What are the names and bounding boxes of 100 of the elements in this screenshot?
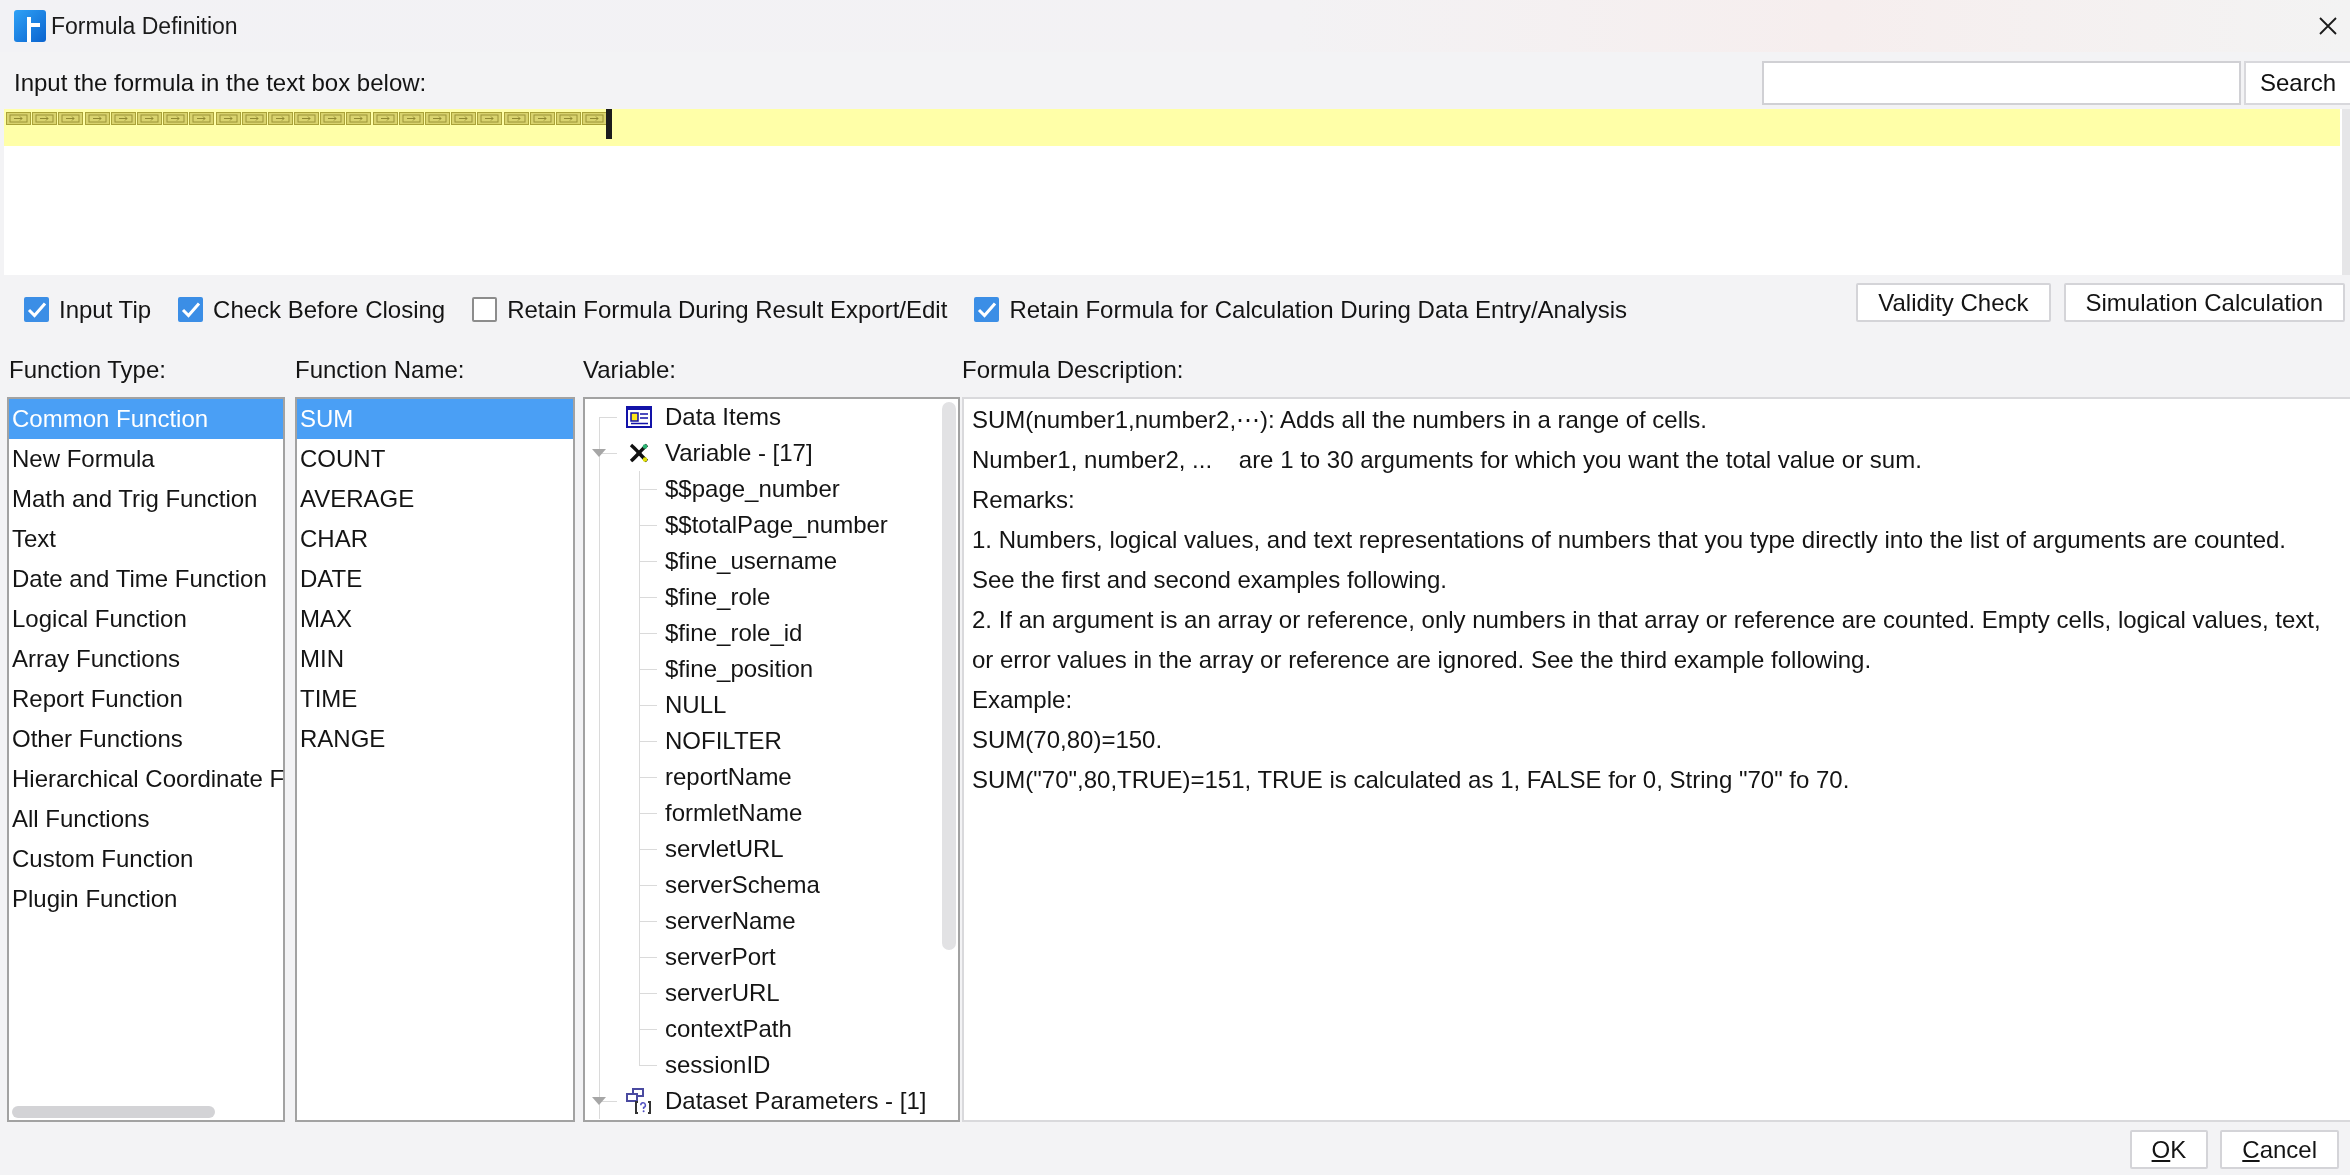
tree-item[interactable]: serverPort: [665, 943, 776, 971]
missing-glyph-icon: [346, 112, 372, 125]
missing-glyph-icon: [189, 112, 215, 125]
description-line: Remarks:: [972, 485, 1076, 515]
missing-glyph-icon: [320, 112, 346, 125]
action-button[interactable]: Simulation Calculation: [2063, 283, 2345, 322]
missing-glyph-icon: [267, 112, 293, 125]
close-icon: [2318, 16, 2338, 36]
checkbox-label[interactable]: Check Before Closing: [213, 295, 446, 324]
disclosure-triangle-icon[interactable]: [592, 449, 606, 457]
missing-glyph-icon: [58, 112, 84, 125]
stacked-windows-icon: [626, 1088, 652, 1114]
checkbox[interactable]: [24, 297, 49, 322]
tree-item[interactable]: contextPath: [665, 1015, 792, 1043]
panel-label: Function Type:: [9, 356, 166, 384]
tree-item[interactable]: serverSchema: [665, 871, 820, 899]
checkbox-label[interactable]: Input Tip: [59, 295, 152, 324]
panel-label: Formula Description:: [962, 356, 1184, 384]
checkbox[interactable]: [178, 297, 204, 322]
list-item[interactable]: Custom Function: [9, 839, 283, 879]
list-item[interactable]: Logical Function: [9, 599, 283, 639]
missing-glyph-icon: [425, 112, 450, 125]
missing-glyph-icon: [503, 112, 529, 125]
checkbox-label[interactable]: Retain Formula During Result Export/Edit: [507, 295, 948, 324]
tree-item[interactable]: Dataset Parameters - [1]: [665, 1087, 927, 1115]
checkmark-icon: [976, 301, 997, 318]
tree-item[interactable]: $$page_number: [665, 475, 840, 503]
tree-item[interactable]: formletName: [665, 799, 803, 827]
tree-item[interactable]: servletURL: [665, 835, 784, 863]
scrollbar-track[interactable]: [2340, 109, 2350, 275]
missing-glyph-icon: [110, 112, 136, 125]
missing-glyph-icon: [477, 112, 503, 125]
cross-icon: [628, 442, 650, 464]
list-item[interactable]: DATE: [297, 559, 573, 599]
list-item[interactable]: New Formula: [9, 439, 283, 479]
missing-glyph-icon: [32, 112, 58, 125]
app-logo-icon: [14, 10, 46, 42]
list-item[interactable]: Hierarchical Coordinate F: [9, 759, 283, 799]
dialog-button[interactable]: Cancel: [2220, 1130, 2339, 1169]
description-line: or error values in the array or reference are ignored. See the third example following.: [972, 645, 1873, 675]
tree-item[interactable]: Data Items: [665, 403, 782, 431]
tree-item[interactable]: $fine_role_id: [665, 619, 803, 647]
tree-item[interactable]: serverURL: [665, 979, 780, 1007]
missing-glyph-icon: [136, 112, 162, 125]
missing-glyph-icon: [215, 112, 241, 125]
description-line: SUM(number1,number2,⋯): Adds all the numbers in a range of cells.: [972, 405, 1708, 435]
list-item[interactable]: Date and Time Function: [9, 559, 283, 599]
list-item[interactable]: AVERAGE: [297, 479, 573, 519]
missing-glyph-icon: [6, 112, 31, 125]
form-icon: [626, 406, 652, 428]
tree-item[interactable]: NULL: [665, 691, 727, 719]
description-line: See the first and second examples following.: [972, 565, 1448, 595]
action-button[interactable]: Validity Check: [1856, 283, 2051, 322]
list-item[interactable]: All Functions: [9, 799, 283, 839]
checkmark-icon: [180, 301, 201, 318]
list-item[interactable]: Plugin Function: [9, 879, 283, 919]
list-item[interactable]: Math and Trig Function: [9, 479, 283, 519]
list-item[interactable]: MIN: [297, 639, 573, 679]
disclosure-triangle-icon[interactable]: [592, 1097, 606, 1105]
missing-glyph-icon: [294, 112, 320, 125]
list-item[interactable]: Array Functions: [9, 639, 283, 679]
missing-glyph-icon: [241, 112, 267, 125]
search-field[interactable]: [1762, 61, 2241, 105]
tree-item[interactable]: $$totalPage_number: [665, 511, 888, 539]
description-line: SUM("70",80,TRUE)=151, TRUE is calculated as 1, FALSE for 0, String "70" fo 70.: [972, 765, 1851, 795]
instruction-label: Input the formula in the text box below:: [14, 69, 427, 97]
search-button[interactable]: Search: [2244, 61, 2350, 105]
panel-label: Variable:: [583, 356, 676, 384]
description-line: 1. Numbers, logical values, and text representations of numbers that you type directly into the list of arguments are counted.: [972, 525, 2288, 555]
description-line: Number1, number2, ... are 1 to 30 arguments for which you want the total value or sum.: [972, 445, 1923, 475]
tree-item[interactable]: $fine_username: [665, 547, 838, 575]
checkbox-label[interactable]: Retain Formula for Calculation During Data Entry/Analysis: [1009, 295, 1627, 324]
missing-glyph-icon: [163, 112, 189, 125]
list-item[interactable]: CHAR: [297, 519, 573, 559]
scrollbar-thumb[interactable]: [942, 402, 956, 950]
tree-item[interactable]: Variable - [17]: [665, 439, 813, 467]
checkbox[interactable]: [472, 297, 498, 322]
list-item[interactable]: Report Function: [9, 679, 283, 719]
list-item[interactable]: COUNT: [297, 439, 573, 479]
scrollbar-thumb[interactable]: [12, 1106, 215, 1118]
formula-field[interactable]: [4, 109, 2340, 275]
list-item[interactable]: Text: [9, 519, 283, 559]
dialog-button[interactable]: OK: [2129, 1130, 2209, 1169]
list-item[interactable]: RANGE: [297, 719, 573, 759]
panel-label: Function Name:: [295, 356, 465, 384]
tree-item[interactable]: reportName: [665, 763, 792, 791]
list-item[interactable]: MAX: [297, 599, 573, 639]
tree-item[interactable]: sessionID: [665, 1051, 771, 1079]
tree-item[interactable]: serverName: [665, 907, 796, 935]
window-title: Formula Definition: [51, 12, 238, 40]
list-item[interactable]: TIME: [297, 679, 573, 719]
list-item[interactable]: Other Functions: [9, 719, 283, 759]
missing-glyph-icon: [582, 112, 608, 125]
tree-item[interactable]: $fine_role: [665, 583, 771, 611]
missing-glyph-icon: [398, 112, 424, 125]
missing-glyph-icon: [372, 112, 398, 125]
checkbox[interactable]: [974, 297, 1000, 322]
tree-item[interactable]: $fine_position: [665, 655, 814, 683]
tree-item[interactable]: NOFILTER: [665, 727, 782, 755]
missing-glyph-icon: [529, 112, 555, 125]
